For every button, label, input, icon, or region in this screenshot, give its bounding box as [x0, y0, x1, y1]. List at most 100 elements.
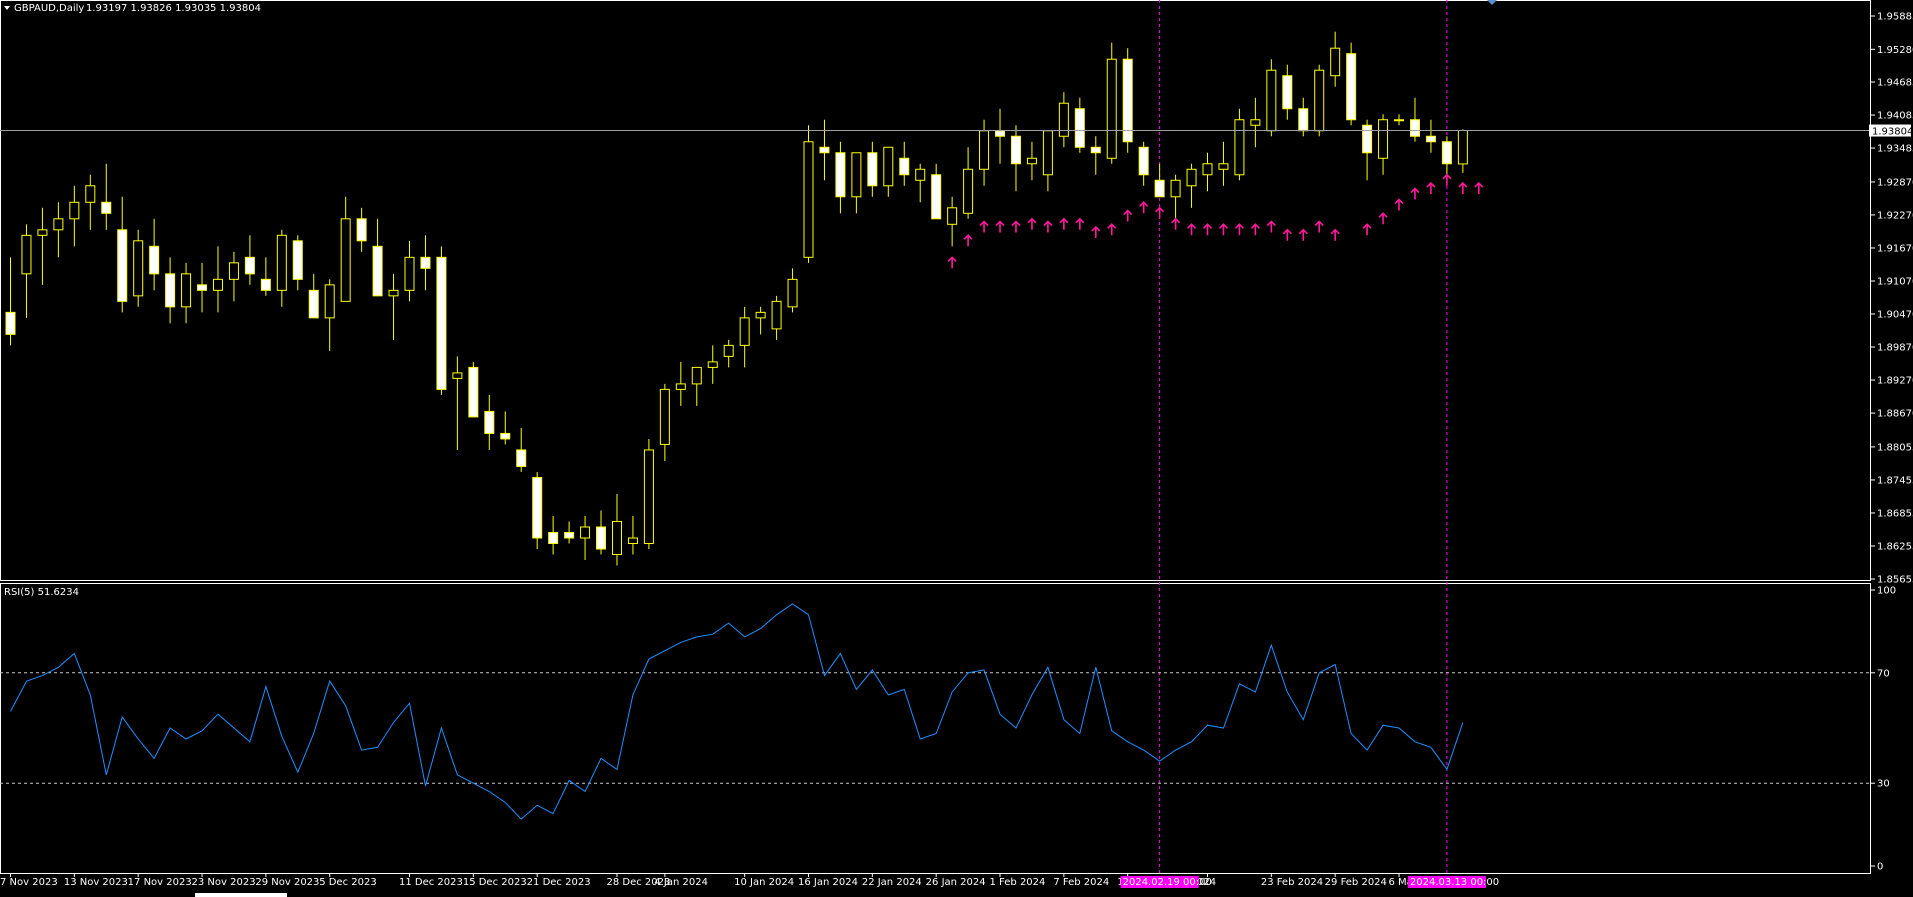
rsi-tick-label: 70: [1877, 668, 1890, 679]
bearish-candle-body: [436, 256, 447, 390]
bearish-candle-body: [197, 284, 208, 291]
bullish-candle-body: [133, 240, 144, 297]
price-tick-label: 1.91070: [1877, 276, 1913, 287]
bearish-candle-body: [596, 526, 607, 550]
candle: [1106, 42, 1117, 164]
time-label: 17 Nov 2023: [128, 877, 192, 888]
time-label: 1 Feb 2024: [990, 877, 1046, 888]
candle: [803, 125, 814, 263]
bullish-candle-body: [979, 130, 990, 170]
bullish-candle-body: [659, 388, 670, 445]
bullish-candle-body: [1394, 119, 1405, 122]
rsi-tick-label: 0: [1877, 862, 1883, 873]
bearish-candle-body: [117, 229, 128, 302]
price-tick-label: 1.93485: [1877, 144, 1913, 155]
time-label: 23 Feb 2024: [1261, 877, 1323, 888]
bearish-candle-body: [165, 273, 176, 308]
bearish-candle-body: [1441, 141, 1452, 165]
symbol-info: GBPAUD,Daily 1.93197 1.93826 1.93035 1.9…: [4, 3, 261, 14]
candle: [643, 438, 654, 550]
bearish-candle-body: [516, 449, 527, 467]
candle: [1122, 48, 1133, 153]
bullish-candle-body: [675, 383, 686, 390]
price-tick-label: 1.92270: [1877, 210, 1913, 221]
trading-chart[interactable]: 1.95885 1.95280 1.94685 1.94085 1.93485 1.928…: [0, 0, 1913, 897]
time-label: 22 Jan 2024: [862, 877, 922, 888]
bullish-candle-body: [1330, 47, 1341, 77]
candle: [468, 361, 479, 418]
bearish-candle-body: [372, 245, 383, 297]
bullish-candle-body: [212, 278, 223, 291]
bullish-candle-body: [707, 361, 718, 368]
bullish-candle-body: [1058, 102, 1069, 137]
bullish-candle-body: [1106, 58, 1117, 159]
bearish-candle-body: [1074, 108, 1085, 148]
time-label: 7 Nov 2023: [0, 877, 58, 888]
bullish-candle-body: [883, 146, 894, 187]
bearish-candle-body: [244, 256, 255, 275]
bullish-candle-body: [739, 317, 750, 346]
bearish-candle-body: [101, 201, 112, 214]
bullish-candle-body: [851, 152, 862, 198]
bearish-candle-body: [995, 130, 1006, 137]
price-tick-label: 1.88055: [1877, 442, 1913, 453]
bullish-candle-body: [1170, 179, 1181, 198]
candle: [133, 229, 144, 307]
time-label: 4 Jan 2024: [654, 877, 708, 888]
bearish-candle-body: [1409, 119, 1420, 137]
price-tick-label: 1.95280: [1877, 45, 1913, 56]
price-tick-label: 1.94085: [1877, 111, 1913, 122]
price-tick-label: 1.86855: [1877, 508, 1913, 519]
bullish-candle-body: [723, 344, 734, 357]
chart-background: [0, 0, 1913, 897]
price-tick-label: 1.89870: [1877, 343, 1913, 354]
bullish-candle-body: [627, 537, 638, 545]
symbol-label: GBPAUD,Daily: [14, 3, 84, 14]
candle: [532, 471, 543, 550]
bullish-candle-body: [53, 218, 64, 231]
rsi-indicator-label: RSI(5) 51.6234: [4, 587, 79, 598]
bullish-candle-body: [37, 229, 48, 236]
bearish-candle-body: [931, 174, 942, 220]
ohlc-label: 1.93197 1.93826 1.93035 1.93804: [86, 3, 261, 14]
price-tick-label: 1.91670: [1877, 243, 1913, 254]
time-label: 13 Nov 2023: [64, 877, 128, 888]
bullish-candle-body: [21, 234, 32, 275]
bearish-candle-body: [484, 410, 495, 434]
bullish-candle-body: [1250, 119, 1261, 126]
candle: [436, 246, 447, 395]
bullish-candle-body: [276, 234, 287, 291]
price-tick-label: 1.87455: [1877, 475, 1913, 486]
bullish-candle-body: [1042, 130, 1053, 176]
bullish-candle-body: [324, 284, 335, 319]
time-label: 10 Jan 2024: [734, 877, 794, 888]
bearish-candle-body: [867, 152, 878, 187]
rsi-tick-label: 30: [1877, 779, 1890, 790]
bullish-candle-body: [771, 300, 782, 330]
chart-scroll-handle[interactable]: [195, 893, 287, 897]
bullish-candle-body: [915, 168, 926, 181]
bullish-candle-body: [388, 289, 399, 297]
bearish-candle-body: [1010, 135, 1021, 165]
bearish-candle-body: [1346, 53, 1357, 121]
price-tick-label: 1.86255: [1877, 541, 1913, 552]
bearish-candle-body: [1122, 58, 1133, 143]
candle: [1234, 108, 1245, 181]
price-tick-label: 1.92870: [1877, 177, 1913, 188]
bearish-candle-body: [1090, 146, 1101, 154]
bullish-candle-body: [1202, 163, 1213, 176]
bearish-candle-body: [1138, 146, 1149, 176]
bearish-candle-body: [308, 289, 319, 319]
rsi-tick-label: 100: [1877, 586, 1896, 597]
bullish-candle-body: [85, 185, 96, 203]
bearish-candle-body: [1425, 135, 1436, 143]
bearish-candle-body: [260, 278, 271, 291]
bullish-candle-body: [755, 311, 766, 319]
bullish-candle-body: [1314, 69, 1325, 132]
bullish-candle-body: [580, 526, 591, 539]
time-label: 29 Feb 2024: [1325, 877, 1387, 888]
bullish-candle-body: [228, 262, 239, 280]
price-tick-label: 1.89270: [1877, 376, 1913, 387]
bullish-candle-body: [1266, 69, 1277, 132]
time-label: 29 Nov 2023: [255, 877, 319, 888]
